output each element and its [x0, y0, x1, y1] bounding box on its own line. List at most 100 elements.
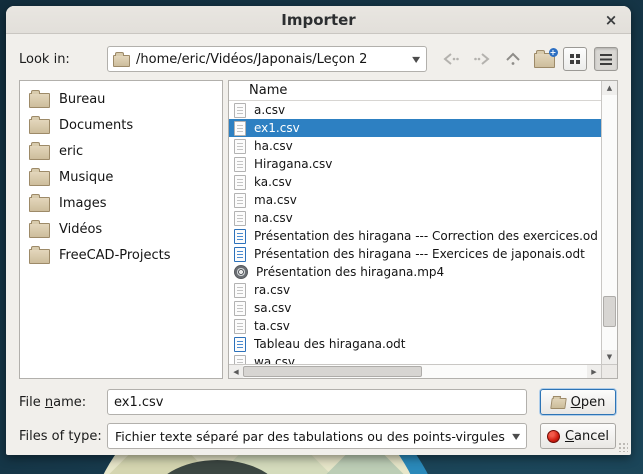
sidebar-item-label: Images — [59, 196, 107, 211]
file-name: ra.csv — [254, 283, 290, 297]
file-name: sa.csv — [254, 301, 291, 315]
csv-file-icon — [234, 193, 246, 208]
open-button-label: Open — [571, 395, 606, 410]
folder-icon — [29, 197, 50, 212]
main-panes: Bureau Documents eric Musique Images — [19, 80, 618, 379]
file-list: Name a.csv ex1.csv ha.csv — [228, 80, 618, 379]
sidebar-item-label: Vidéos — [59, 222, 102, 237]
plus-badge-icon: + — [549, 48, 558, 57]
up-button[interactable] — [501, 47, 525, 71]
files-of-type-label: Files of type: — [19, 429, 107, 444]
horizontal-scrollbar[interactable]: ◀ ▶ — [229, 364, 601, 378]
file-row[interactable]: na.csv — [229, 209, 601, 227]
folder-icon — [29, 119, 50, 134]
csv-file-icon — [234, 121, 246, 136]
forward-button[interactable] — [470, 47, 494, 71]
scroll-right-icon[interactable]: ▶ — [587, 365, 601, 378]
file-row[interactable]: Présentation des hiragana.mp4 — [229, 263, 601, 281]
file-name-input[interactable]: ex1.csv — [107, 389, 527, 415]
file-type-combobox[interactable]: Fichier texte séparé par des tabulations… — [107, 423, 527, 449]
import-dialog: Importer × Look in: /home/eric/Vidéos/Ja… — [6, 6, 631, 455]
back-icon — [442, 52, 460, 66]
window-title: Importer — [281, 11, 355, 29]
name-column-header[interactable]: Name — [229, 81, 601, 101]
cancel-button-label: Cancel — [565, 429, 609, 444]
look-in-row: Look in: /home/eric/Vidéos/Japonais/Leço… — [19, 46, 618, 72]
file-row[interactable]: Hiragana.csv — [229, 155, 601, 173]
file-name: na.csv — [254, 211, 293, 225]
file-row[interactable]: ma.csv — [229, 191, 601, 209]
file-row[interactable]: a.csv — [229, 101, 601, 119]
column-header-label: Name — [249, 83, 287, 98]
file-name: ta.csv — [254, 319, 290, 333]
sidebar-item-freecad-projects[interactable]: FreeCAD-Projects — [20, 242, 222, 268]
resize-grip[interactable] — [618, 442, 628, 452]
file-row[interactable]: Présentation des hiragana --- Exercices … — [229, 245, 601, 263]
vertical-scrollbar[interactable]: ▲ ▼ — [601, 81, 617, 364]
look-in-combobox[interactable]: /home/eric/Vidéos/Japonais/Leçon 2 ▼ — [107, 46, 427, 72]
sidebar-item-videos[interactable]: Vidéos — [20, 216, 222, 242]
file-row[interactable]: Présentation des hiragana --- Correction… — [229, 227, 601, 245]
sidebar-item-label: FreeCAD-Projects — [59, 248, 171, 263]
scroll-up-icon[interactable]: ▲ — [602, 81, 617, 95]
file-type-value: Fichier texte séparé par des tabulations… — [115, 429, 507, 444]
new-folder-button[interactable]: + — [532, 47, 556, 71]
odt-file-icon — [234, 337, 246, 352]
sidebar-item-documents[interactable]: Documents — [20, 112, 222, 138]
nav-toolbar: + — [439, 47, 618, 71]
folder-icon — [29, 249, 50, 264]
csv-file-icon — [234, 355, 246, 365]
open-button[interactable]: Open — [540, 389, 616, 415]
file-name: ma.csv — [254, 193, 297, 207]
csv-file-icon — [234, 301, 246, 316]
file-row[interactable]: Tableau des hiragana.odt — [229, 335, 601, 353]
dialog-content: Look in: /home/eric/Vidéos/Japonais/Leço… — [6, 34, 631, 449]
cancel-button[interactable]: Cancel — [540, 423, 616, 449]
horizontal-scroll-track[interactable] — [243, 365, 587, 378]
folder-icon — [29, 171, 50, 186]
file-name: Hiragana.csv — [254, 157, 332, 171]
file-row[interactable]: sa.csv — [229, 299, 601, 317]
vertical-scroll-track[interactable] — [602, 95, 617, 350]
file-name: Présentation des hiragana.mp4 — [256, 265, 444, 279]
file-name: a.csv — [254, 103, 285, 117]
scroll-down-icon[interactable]: ▼ — [602, 350, 617, 364]
close-icon[interactable]: × — [602, 11, 620, 29]
new-folder-icon: + — [534, 53, 555, 68]
sidebar-item-label: Bureau — [59, 92, 105, 107]
file-row[interactable]: wa.csv — [229, 353, 601, 364]
sidebar-item-images[interactable]: Images — [20, 190, 222, 216]
file-name-value: ex1.csv — [114, 395, 163, 410]
titlebar[interactable]: Importer × — [6, 6, 631, 34]
folder-icon — [113, 55, 130, 67]
look-in-label: Look in: — [19, 52, 107, 67]
odt-file-icon — [234, 247, 246, 262]
sidebar-item-label: eric — [59, 144, 83, 159]
places-sidebar: Bureau Documents eric Musique Images — [19, 80, 223, 379]
file-row[interactable]: ta.csv — [229, 317, 601, 335]
csv-file-icon — [234, 157, 246, 172]
file-row[interactable]: ka.csv — [229, 173, 601, 191]
file-row-selected[interactable]: ex1.csv — [229, 119, 601, 137]
list-view-button[interactable] — [594, 47, 618, 71]
sidebar-item-musique[interactable]: Musique — [20, 164, 222, 190]
scroll-left-icon[interactable]: ◀ — [229, 365, 243, 378]
back-button[interactable] — [439, 47, 463, 71]
file-name: Présentation des hiragana --- Exercices … — [254, 247, 585, 261]
folder-icon — [29, 145, 50, 160]
file-name: Tableau des hiragana.odt — [254, 337, 406, 351]
horizontal-scroll-thumb[interactable] — [243, 366, 422, 377]
folder-icon — [29, 223, 50, 238]
file-name-label-part: ame: — [53, 395, 86, 410]
sidebar-item-bureau[interactable]: Bureau — [20, 86, 222, 112]
file-row[interactable]: ra.csv — [229, 281, 601, 299]
chevron-down-icon[interactable]: ▼ — [412, 55, 420, 64]
icon-view-button[interactable] — [563, 47, 587, 71]
sidebar-item-eric[interactable]: eric — [20, 138, 222, 164]
sidebar-item-label: Documents — [59, 118, 133, 133]
vertical-scroll-thumb[interactable] — [603, 296, 616, 327]
sidebar-item-label: Musique — [59, 170, 113, 185]
file-name: ex1.csv — [254, 121, 300, 135]
chevron-down-icon[interactable]: ▼ — [512, 432, 520, 441]
file-row[interactable]: ha.csv — [229, 137, 601, 155]
